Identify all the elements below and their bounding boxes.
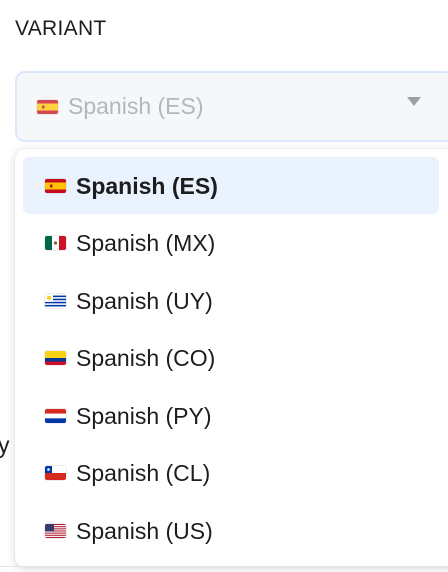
option-label: Spanish (CL) <box>76 460 211 486</box>
option-label: Spanish (ES) <box>76 173 218 199</box>
mexico-flag-icon <box>45 236 66 250</box>
colombia-flag-icon <box>45 351 66 365</box>
option-spanish-us[interactable]: Spanish (US) <box>23 502 439 559</box>
option-spanish-py[interactable]: Spanish (PY) <box>23 387 439 444</box>
option-spanish-uy[interactable]: Spanish (UY) <box>23 272 439 329</box>
option-spanish-mx[interactable]: Spanish (MX) <box>23 214 439 271</box>
language-variant-panel: VARIANT Spanish (ES) y Spanish (ES) Span… <box>0 0 448 572</box>
select-current-value: Spanish (ES) <box>68 93 204 119</box>
option-label: Spanish (UY) <box>76 288 213 314</box>
option-spanish-co[interactable]: Spanish (CO) <box>23 329 439 386</box>
option-label: Spanish (PY) <box>76 403 212 429</box>
option-spanish-es[interactable]: Spanish (ES) <box>23 157 439 214</box>
option-label: Spanish (MX) <box>76 230 216 256</box>
chile-flag-icon <box>45 466 66 480</box>
paraguay-flag-icon <box>45 409 66 423</box>
divider <box>0 566 448 567</box>
variant-heading: VARIANT <box>15 17 107 40</box>
spain-flag-icon <box>37 100 58 114</box>
option-spanish-cl[interactable]: Spanish (CL) <box>23 444 439 501</box>
chevron-down-icon[interactable] <box>407 97 421 106</box>
variant-select[interactable]: Spanish (ES) <box>15 71 448 142</box>
variant-dropdown-menu: Spanish (ES) Spanish (MX) Spanish (UY) S… <box>15 149 448 567</box>
uruguay-flag-icon <box>45 294 66 308</box>
spain-flag-icon <box>45 179 66 193</box>
usa-flag-icon <box>45 524 66 538</box>
background-text-fragment: y <box>0 432 10 458</box>
option-label: Spanish (CO) <box>76 345 216 371</box>
option-label: Spanish (US) <box>76 518 213 544</box>
